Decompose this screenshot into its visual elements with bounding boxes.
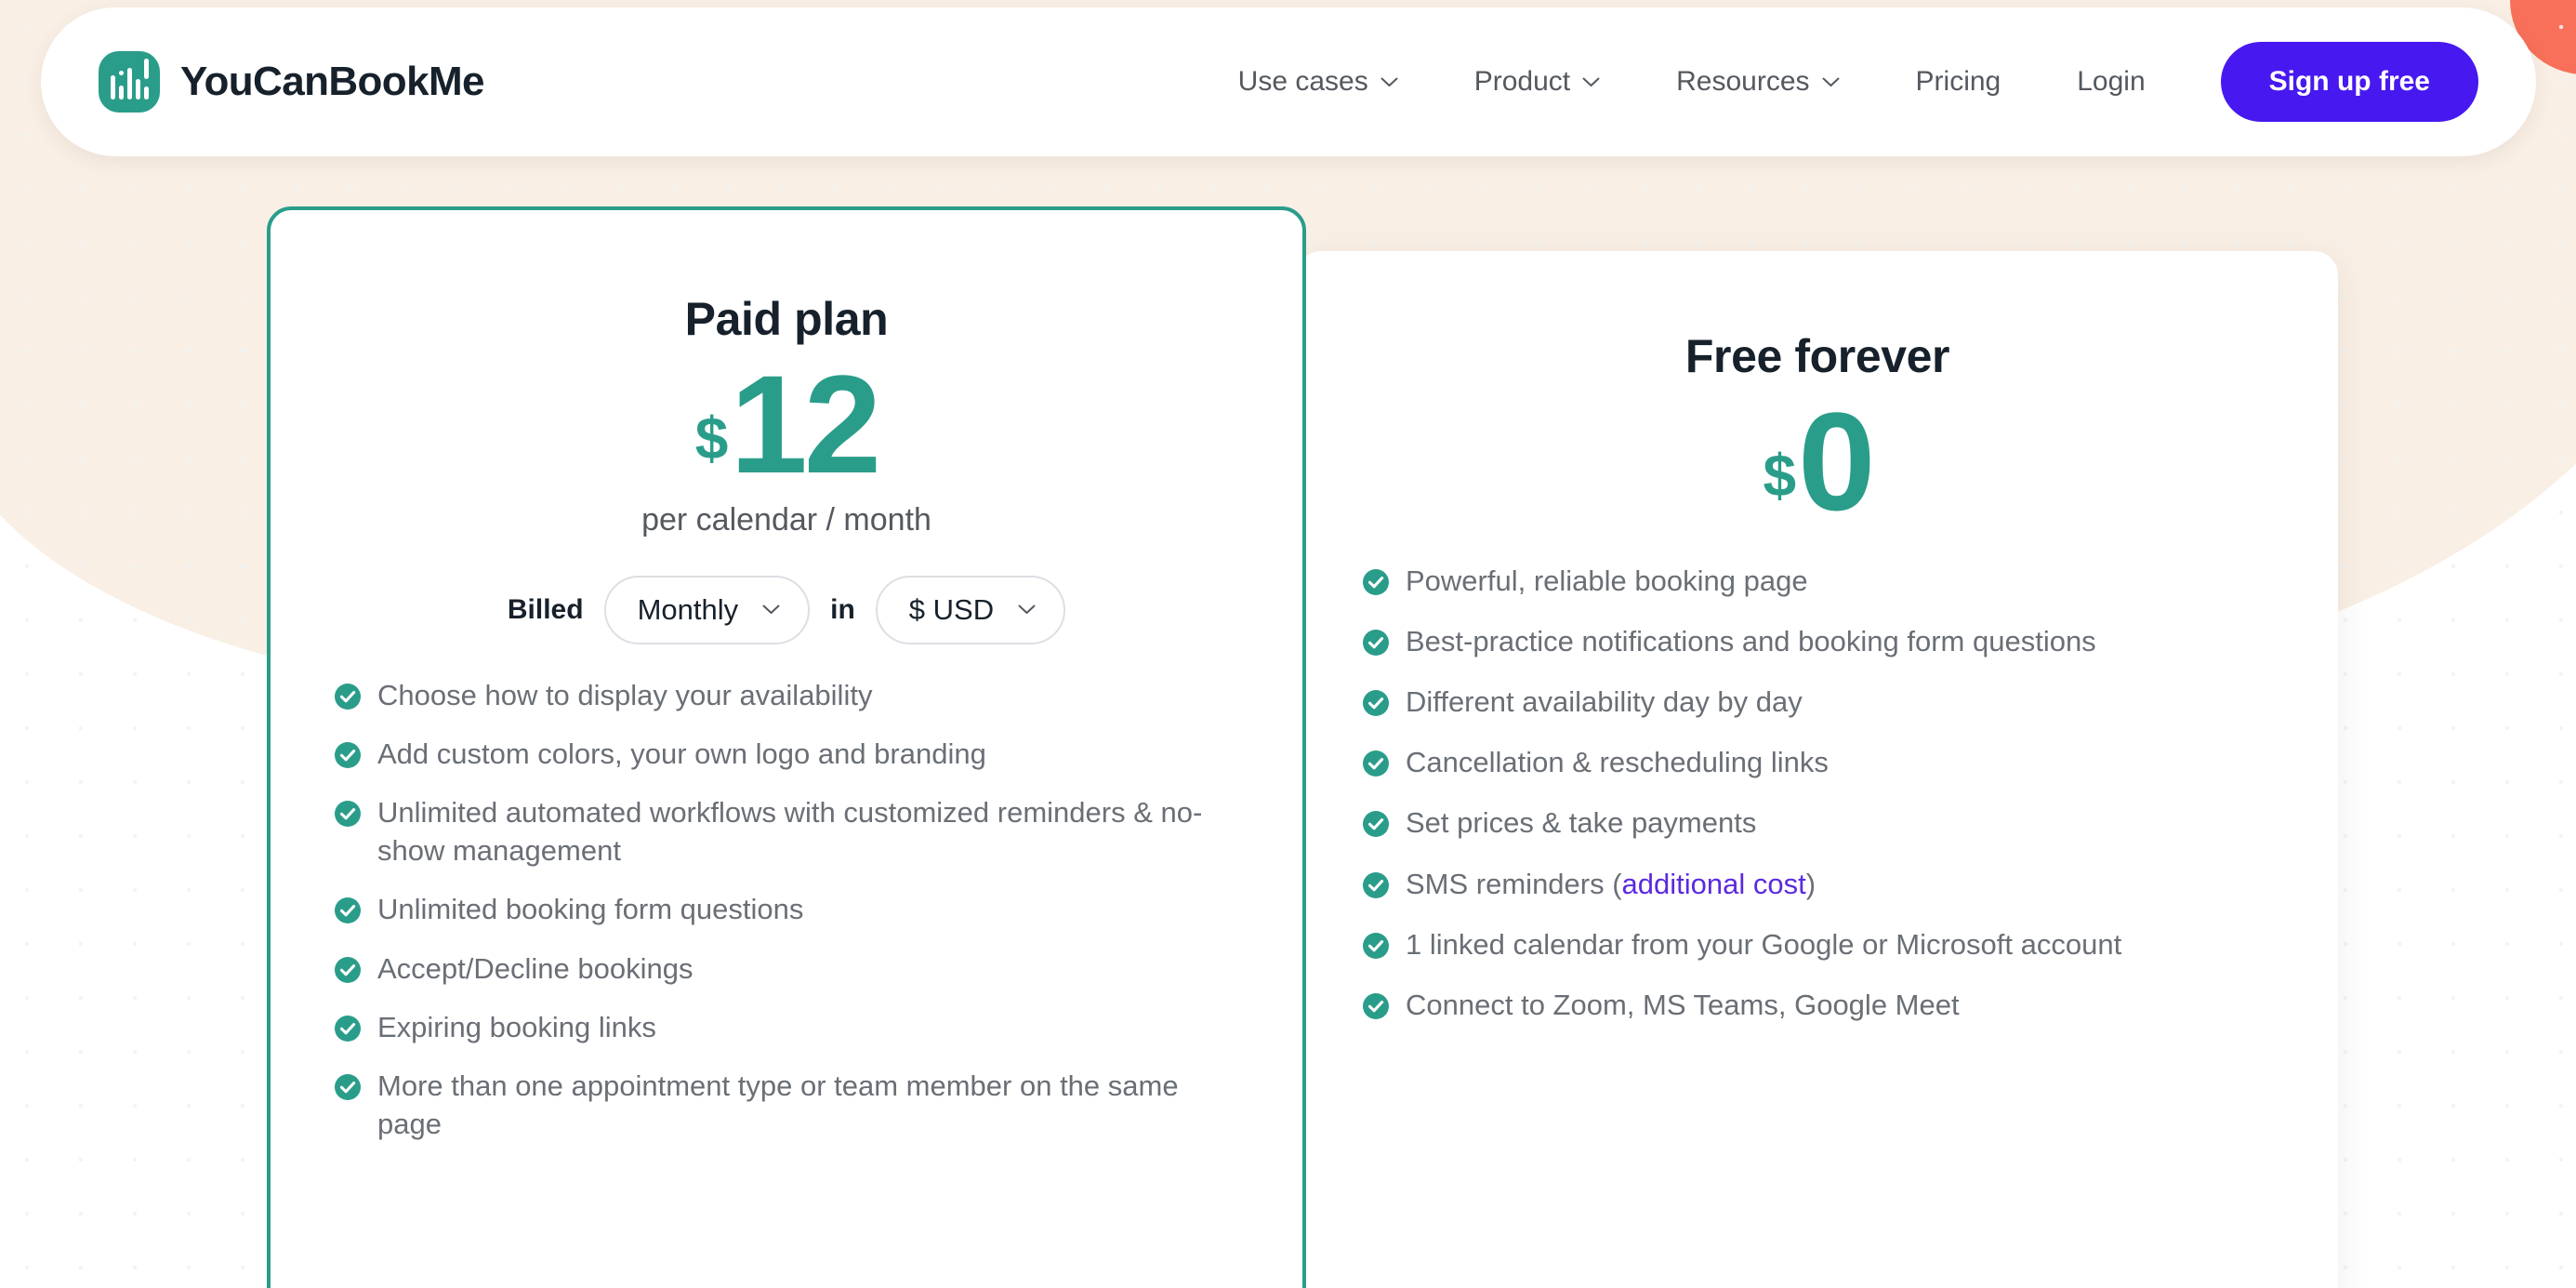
- feature-text-prefix: SMS reminders (: [1406, 867, 1622, 900]
- additional-cost-link[interactable]: additional cost: [1622, 868, 1806, 900]
- feature-text: Expiring booking links: [377, 1010, 656, 1043]
- site-header: YouCanBookMe Use cases Product Resources: [41, 7, 2536, 156]
- paid-plan-title: Paid plan: [684, 293, 889, 345]
- nav-label: Login: [2077, 66, 2146, 97]
- list-item: Connect to Zoom, MS Teams, Google Meet: [1362, 986, 2273, 1024]
- pricing-page: YouCanBookMe Use cases Product Resources: [0, 0, 2576, 1288]
- brand-logo-link[interactable]: YouCanBookMe: [99, 51, 484, 113]
- check-circle-icon: [1362, 932, 1390, 960]
- currency-symbol: $: [1763, 441, 1797, 509]
- paid-plan-feature-list: Choose how to display your availability …: [334, 676, 1239, 1144]
- feature-text: More than one appointment type or team m…: [377, 1069, 1179, 1141]
- sign-up-free-button[interactable]: Sign up free: [2220, 42, 2478, 122]
- feature-text: Set prices & take payments: [1406, 806, 1757, 840]
- feature-text: Powerful, reliable booking page: [1406, 564, 1808, 597]
- nav-item-pricing[interactable]: Pricing: [1878, 66, 2040, 98]
- check-circle-icon: [1362, 629, 1390, 657]
- check-circle-icon: [334, 741, 362, 769]
- list-item: Choose how to display your availability: [334, 676, 1239, 714]
- list-item: Add custom colors, your own logo and bra…: [334, 735, 1239, 773]
- nav-label: Resources: [1676, 66, 1810, 97]
- check-circle-icon: [334, 683, 362, 710]
- free-plan-price: $ 0: [1362, 383, 2273, 539]
- list-item: More than one appointment type or team m…: [334, 1067, 1239, 1143]
- currency-symbol: $: [694, 404, 729, 471]
- free-plan-feature-list: Powerful, reliable booking page Best-pra…: [1362, 562, 2273, 1025]
- feature-text: Choose how to display your availability: [377, 678, 873, 711]
- chevron-down-icon: [1380, 77, 1398, 87]
- feature-text: Add custom colors, your own logo and bra…: [377, 737, 986, 770]
- free-plan-card: Free forever $ 0 Powerful, reliable book…: [1297, 251, 2338, 1288]
- check-circle-icon: [1362, 568, 1390, 596]
- feature-text: Accept/Decline bookings: [377, 951, 694, 985]
- brand-name: YouCanBookMe: [180, 59, 484, 104]
- check-circle-icon: [334, 1073, 362, 1101]
- list-item: Unlimited booking form questions: [334, 890, 1239, 928]
- price-subtitle: per calendar / month: [641, 501, 931, 538]
- list-item: Accept/Decline bookings: [334, 949, 1239, 988]
- currency-select[interactable]: $ USD: [875, 575, 1066, 644]
- feature-text: SMS reminders (additional cost): [1406, 865, 1816, 903]
- list-item: Best-practice notifications and booking …: [1362, 622, 2273, 660]
- chevron-down-icon: [1822, 77, 1840, 87]
- list-item: 1 linked calendar from your Google or Mi…: [1362, 925, 2273, 963]
- feature-text: Unlimited automated workflows with custo…: [377, 795, 1203, 868]
- nav-label: Product: [1473, 66, 1571, 97]
- billing-joiner-label: in: [830, 593, 855, 625]
- check-circle-icon: [1362, 750, 1390, 777]
- list-item: Different availability day by day: [1362, 683, 2273, 721]
- chevron-down-icon: [762, 604, 780, 615]
- feature-text: Connect to Zoom, MS Teams, Google Meet: [1406, 989, 1960, 1022]
- check-circle-icon: [1362, 992, 1390, 1020]
- chevron-down-icon: [1582, 77, 1600, 87]
- chevron-down-icon: [1018, 604, 1036, 615]
- nav-item-resources[interactable]: Resources: [1638, 66, 1877, 98]
- check-circle-icon: [334, 800, 362, 828]
- list-item: Cancellation & rescheduling links: [1362, 743, 2273, 781]
- list-item: Set prices & take payments: [1362, 803, 2273, 842]
- billed-label: Billed: [507, 593, 584, 625]
- nav-item-use-cases[interactable]: Use cases: [1200, 66, 1436, 98]
- check-circle-icon: [334, 956, 362, 984]
- nav-item-product[interactable]: Product: [1436, 66, 1638, 98]
- bar-chart-logo-icon: [99, 51, 160, 113]
- feature-text: Cancellation & rescheduling links: [1406, 746, 1829, 779]
- feature-text: Unlimited booking form questions: [377, 893, 804, 926]
- list-item: Expiring booking links: [334, 1008, 1239, 1046]
- paid-plan-price: $ 12: [334, 346, 1239, 502]
- check-circle-icon: [1362, 871, 1390, 899]
- check-circle-icon: [1362, 689, 1390, 717]
- check-circle-icon: [334, 896, 362, 924]
- feature-text-suffix: ): [1805, 867, 1816, 900]
- nav-label: Pricing: [1915, 66, 2001, 97]
- paid-plan-card: Paid plan $ 12 per calendar / month Bill…: [267, 206, 1306, 1288]
- billing-period-value: Monthly: [637, 592, 739, 626]
- currency-value: $ USD: [908, 592, 995, 626]
- nav-item-login[interactable]: Login: [2039, 66, 2183, 98]
- price-amount: 0: [1798, 383, 1875, 539]
- list-item: Powerful, reliable booking page: [1362, 562, 2273, 600]
- feature-text: 1 linked calendar from your Google or Mi…: [1406, 927, 2122, 961]
- feature-text: Different availability day by day: [1406, 684, 1803, 718]
- nav-label: Use cases: [1237, 66, 1368, 97]
- list-item: SMS reminders (additional cost): [1362, 865, 2273, 903]
- billing-controls: Billed Monthly in $ USD: [334, 575, 1239, 644]
- price-amount: 12: [730, 346, 881, 502]
- feature-text: Best-practice notifications and booking …: [1406, 624, 2096, 657]
- check-circle-icon: [334, 1015, 362, 1042]
- free-plan-title: Free forever: [1684, 330, 1950, 382]
- main-navigation: Use cases Product Resources Pricing Logi…: [1200, 42, 2478, 122]
- list-item: Unlimited automated workflows with custo…: [334, 793, 1239, 870]
- check-circle-icon: [1362, 810, 1390, 838]
- billing-period-select[interactable]: Monthly: [603, 575, 811, 644]
